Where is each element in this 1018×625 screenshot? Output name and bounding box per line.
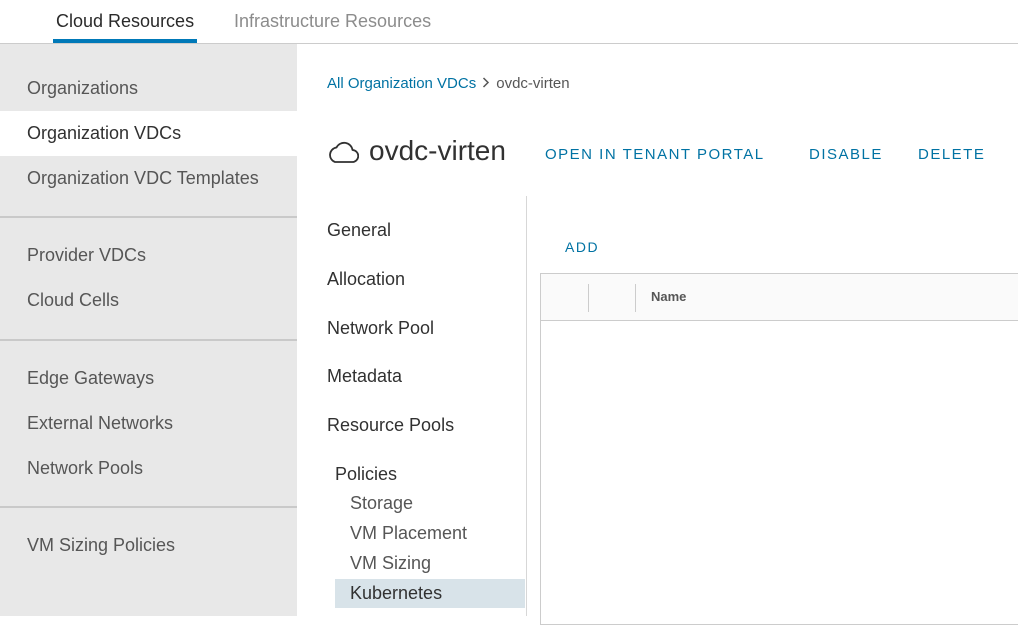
breadcrumb-parent-link[interactable]: All Organization VDCs (327, 75, 476, 92)
subnav-item-resource-pools[interactable]: Resource Pools (327, 413, 454, 437)
column-separator (588, 284, 589, 312)
sidebar-item-cloud-cells[interactable]: Cloud Cells (0, 278, 297, 323)
sidebar-divider (0, 506, 297, 508)
sidebar-item-organization-vdcs[interactable]: Organization VDCs (0, 111, 297, 156)
sidebar-item-network-pools[interactable]: Network Pools (0, 446, 297, 491)
subnav-item-kubernetes[interactable]: Kubernetes (335, 579, 525, 608)
cloud-icon (327, 138, 360, 164)
top-tab-bar: Cloud Resources Infrastructure Resources (0, 0, 1018, 44)
active-tab-indicator (53, 39, 198, 43)
subnav-item-general[interactable]: General (327, 218, 391, 242)
subnav-item-vm-sizing[interactable]: VM Sizing (335, 549, 525, 578)
open-in-tenant-portal-button[interactable]: OPEN IN TENANT PORTAL (545, 146, 765, 164)
disable-button[interactable]: DISABLE (809, 146, 883, 164)
subnav-divider (526, 196, 527, 616)
breadcrumb-current: ovdc-virten (496, 75, 570, 92)
sidebar-item-provider-vdcs[interactable]: Provider VDCs (0, 233, 297, 278)
tab-label: Infrastructure Resources (234, 11, 432, 31)
sidebar-item-organization-vdc-templates[interactable]: Organization VDC Templates (0, 156, 297, 201)
sidebar-item-external-networks[interactable]: External Networks (0, 401, 297, 446)
chevron-right-icon (482, 74, 490, 94)
subnav-item-metadata[interactable]: Metadata (327, 364, 402, 388)
sidebar-item-vm-sizing-policies[interactable]: VM Sizing Policies (0, 523, 297, 568)
subnav-item-network-pool[interactable]: Network Pool (327, 316, 434, 340)
delete-button[interactable]: DELETE (918, 146, 985, 164)
sidebar-item-organizations[interactable]: Organizations (0, 66, 297, 111)
tab-infrastructure-resources[interactable]: Infrastructure Resources (234, 0, 431, 43)
tab-cloud-resources[interactable]: Cloud Resources (53, 0, 198, 43)
sidebar: Organizations Organization VDCs Organiza… (0, 44, 297, 616)
sidebar-divider (0, 216, 297, 218)
subnav-item-allocation[interactable]: Allocation (327, 267, 405, 291)
page-title: ovdc-virten (369, 135, 506, 166)
grid-header: Name (541, 274, 1018, 321)
column-header-name[interactable]: Name (651, 288, 686, 306)
sidebar-item-edge-gateways[interactable]: Edge Gateways (0, 356, 297, 401)
subnav-item-storage[interactable]: Storage (335, 489, 525, 518)
subnav-group-policies: Policies (335, 464, 398, 484)
subnav-item-vm-placement[interactable]: VM Placement (335, 519, 525, 548)
breadcrumb: All Organization VDCs ovdc-virten (327, 74, 570, 94)
add-button[interactable]: ADD (565, 238, 599, 256)
column-separator (635, 284, 636, 312)
data-grid: Name (540, 273, 1018, 625)
tab-label: Cloud Resources (56, 11, 195, 31)
sidebar-divider (0, 339, 297, 341)
